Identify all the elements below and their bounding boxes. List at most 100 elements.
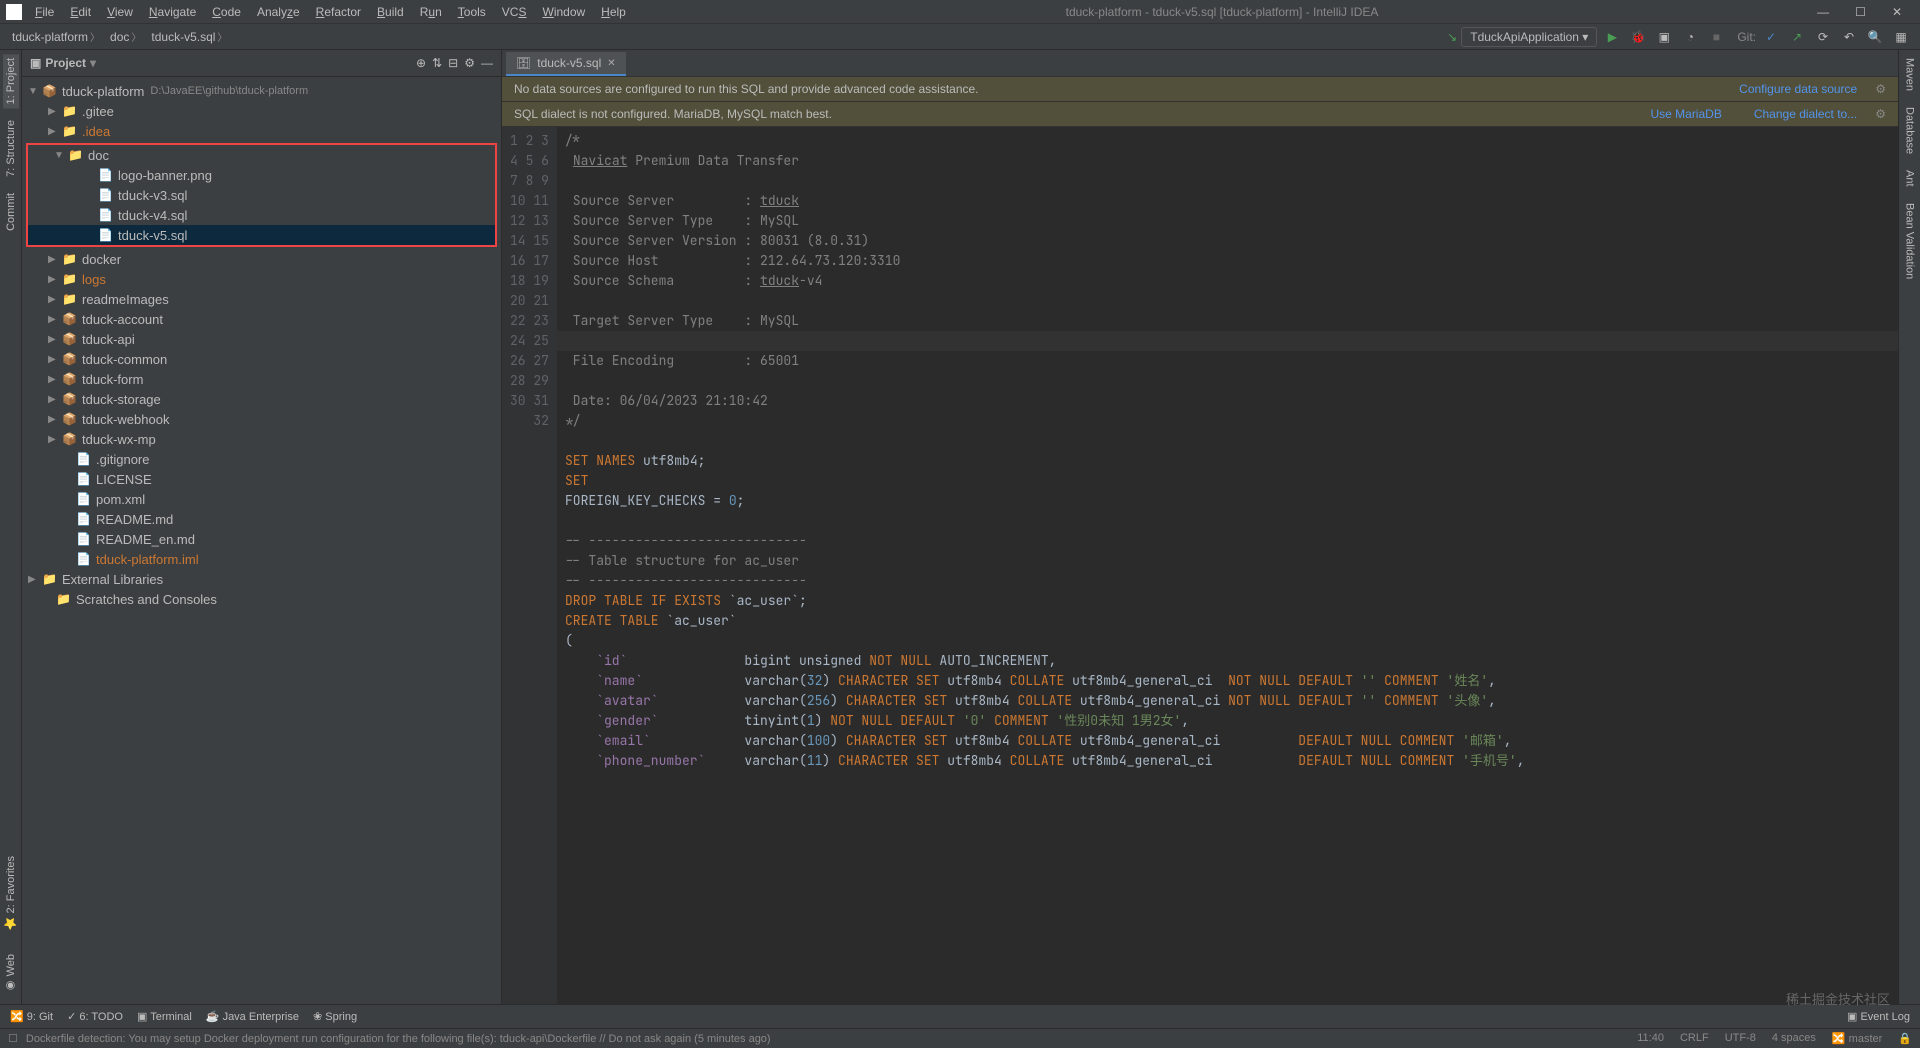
sidebar-ant[interactable]: Ant	[1902, 166, 1918, 191]
git-push-icon[interactable]: ↗	[1786, 26, 1808, 48]
tree-v3sql[interactable]: tduck-v3.sql	[28, 185, 495, 205]
breadcrumb-root[interactable]: tduck-platform	[8, 27, 106, 46]
coverage-icon[interactable]: ▣	[1653, 26, 1675, 48]
hide-icon[interactable]: —	[481, 56, 493, 70]
tree-doc[interactable]: ▼doc	[28, 145, 495, 165]
banner-gear-icon-2[interactable]: ⚙	[1875, 107, 1886, 121]
main-menu: File Edit View Navigate Code Analyze Ref…	[28, 3, 633, 21]
bottom-tab-javaee[interactable]: ☕ Java Enterprise	[206, 1010, 299, 1023]
close-button[interactable]: ✕	[1886, 3, 1908, 21]
git-label: Git:	[1737, 30, 1756, 44]
tree-account[interactable]: ▶tduck-account	[22, 309, 501, 329]
git-revert-icon[interactable]: ↶	[1838, 26, 1860, 48]
menu-view[interactable]: View	[100, 3, 140, 21]
line-ending[interactable]: CRLF	[1680, 1032, 1709, 1045]
cursor-position[interactable]: 11:40	[1637, 1032, 1664, 1045]
bottom-tab-git[interactable]: 🔀 9: Git	[10, 1010, 53, 1023]
menu-navigate[interactable]: Navigate	[142, 3, 203, 21]
select-opened-icon[interactable]: ⊕	[416, 56, 426, 70]
search-icon[interactable]: 🔍	[1864, 26, 1886, 48]
tree-extlib[interactable]: ▶External Libraries	[22, 569, 501, 589]
sidebar-favorites[interactable]: ⭐ 2: Favorites	[2, 852, 19, 934]
menu-code[interactable]: Code	[205, 3, 248, 21]
sidebar-web[interactable]: ◉ Web	[2, 950, 19, 996]
indent-setting[interactable]: 4 spaces	[1772, 1032, 1816, 1045]
tree-wxmp[interactable]: ▶tduck-wx-mp	[22, 429, 501, 449]
stop-icon[interactable]: ■	[1705, 26, 1727, 48]
menu-window[interactable]: Window	[535, 3, 592, 21]
banner-dialect: SQL dialect is not configured. MariaDB, …	[502, 102, 1898, 127]
file-encoding[interactable]: UTF-8	[1725, 1032, 1756, 1045]
tree-iml[interactable]: tduck-platform.iml	[22, 549, 501, 569]
box-icon[interactable]: ☐	[8, 1032, 18, 1045]
tree-gitignore[interactable]: .gitignore	[22, 449, 501, 469]
menu-file[interactable]: File	[28, 3, 61, 21]
profile-icon[interactable]: ◔	[1679, 26, 1701, 48]
use-mariadb-link[interactable]: Use MariaDB	[1650, 107, 1721, 121]
line-gutter[interactable]: 1 2 3 4 5 6 7 8 9 10 11 12 13 14 15 16 1…	[502, 127, 557, 1004]
tree-webhook[interactable]: ▶tduck-webhook	[22, 409, 501, 429]
tree-logo-banner[interactable]: logo-banner.png	[28, 165, 495, 185]
editor-tab[interactable]: 🗄 tduck-v5.sql ✕	[506, 52, 626, 76]
run-config-select[interactable]: TduckApiApplication ▾	[1461, 27, 1597, 47]
collapse-all-icon[interactable]: ⊟	[448, 56, 458, 70]
watermark: 稀土掘金技术社区	[1786, 989, 1890, 1008]
menu-tools[interactable]: Tools	[451, 3, 493, 21]
bottom-tab-terminal[interactable]: ▣ Terminal	[137, 1010, 192, 1023]
menu-edit[interactable]: Edit	[63, 3, 98, 21]
sidebar-project[interactable]: 1: Project	[3, 54, 19, 108]
tree-form[interactable]: ▶tduck-form	[22, 369, 501, 389]
menu-refactor[interactable]: Refactor	[309, 3, 368, 21]
event-log-icon[interactable]: ▣ Event Log	[1847, 1010, 1910, 1023]
banner-gear-icon[interactable]: ⚙	[1875, 82, 1886, 96]
sidebar-commit[interactable]: Commit	[3, 189, 19, 235]
maximize-button[interactable]: ☐	[1849, 3, 1872, 21]
tree-v4sql[interactable]: tduck-v4.sql	[28, 205, 495, 225]
lock-icon[interactable]: 🔒	[1898, 1032, 1912, 1045]
gear-icon[interactable]: ⚙	[464, 56, 475, 70]
tree-logs[interactable]: ▶logs	[22, 269, 501, 289]
tree-scratch[interactable]: Scratches and Consoles	[22, 589, 501, 609]
tree-idea[interactable]: ▶.idea	[22, 121, 501, 141]
build-icon[interactable]: ↘	[1447, 30, 1457, 44]
ide-settings-icon[interactable]: ▦	[1890, 26, 1912, 48]
minimize-button[interactable]: —	[1811, 3, 1835, 21]
git-history-icon[interactable]: ⟳	[1812, 26, 1834, 48]
git-branch[interactable]: 🔀 master	[1832, 1032, 1882, 1045]
sidebar-maven[interactable]: Maven	[1902, 54, 1918, 95]
code-editor[interactable]: /* Navicat Premium Data Transfer Source …	[557, 127, 1898, 1004]
close-tab-icon[interactable]: ✕	[607, 58, 615, 69]
tree-readme-en[interactable]: README_en.md	[22, 529, 501, 549]
bottom-tab-todo[interactable]: ✓ 6: TODO	[67, 1010, 123, 1023]
tree-license[interactable]: LICENSE	[22, 469, 501, 489]
tree-readme[interactable]: README.md	[22, 509, 501, 529]
tree-api[interactable]: ▶tduck-api	[22, 329, 501, 349]
sidebar-database[interactable]: Database	[1902, 103, 1918, 158]
tree-gitee[interactable]: ▶.gitee	[22, 101, 501, 121]
menu-build[interactable]: Build	[370, 3, 411, 21]
tree-common[interactable]: ▶tduck-common	[22, 349, 501, 369]
sidebar-structure[interactable]: 7: Structure	[3, 116, 19, 181]
expand-all-icon[interactable]: ⇅	[432, 56, 442, 70]
git-update-icon[interactable]: ✓	[1760, 26, 1782, 48]
tree-root[interactable]: ▼tduck-platformD:\JavaEE\github\tduck-pl…	[22, 81, 501, 101]
tree-docker[interactable]: ▶docker	[22, 249, 501, 269]
tree-storage[interactable]: ▶tduck-storage	[22, 389, 501, 409]
tree-pom[interactable]: pom.xml	[22, 489, 501, 509]
bottom-tab-spring[interactable]: ❀ Spring	[313, 1010, 357, 1023]
menu-run[interactable]: Run	[413, 3, 449, 21]
status-message: Dockerfile detection: You may setup Dock…	[26, 1033, 771, 1045]
menu-analyze[interactable]: Analyze	[250, 3, 307, 21]
project-tree: ▼tduck-platformD:\JavaEE\github\tduck-pl…	[22, 77, 501, 1004]
tree-readmeimages[interactable]: ▶readmeImages	[22, 289, 501, 309]
breadcrumb-file[interactable]: tduck-v5.sql	[147, 27, 233, 46]
menu-vcs[interactable]: VCS	[495, 3, 534, 21]
debug-icon[interactable]: 🐞	[1627, 26, 1649, 48]
configure-datasource-link[interactable]: Configure data source	[1739, 82, 1857, 96]
breadcrumb-folder[interactable]: doc	[106, 27, 147, 46]
menu-help[interactable]: Help	[594, 3, 633, 21]
run-icon[interactable]: ▶	[1601, 26, 1623, 48]
change-dialect-link[interactable]: Change dialect to...	[1754, 107, 1857, 121]
sidebar-bean[interactable]: Bean Validation	[1902, 199, 1918, 283]
tree-v5sql[interactable]: tduck-v5.sql	[28, 225, 495, 245]
